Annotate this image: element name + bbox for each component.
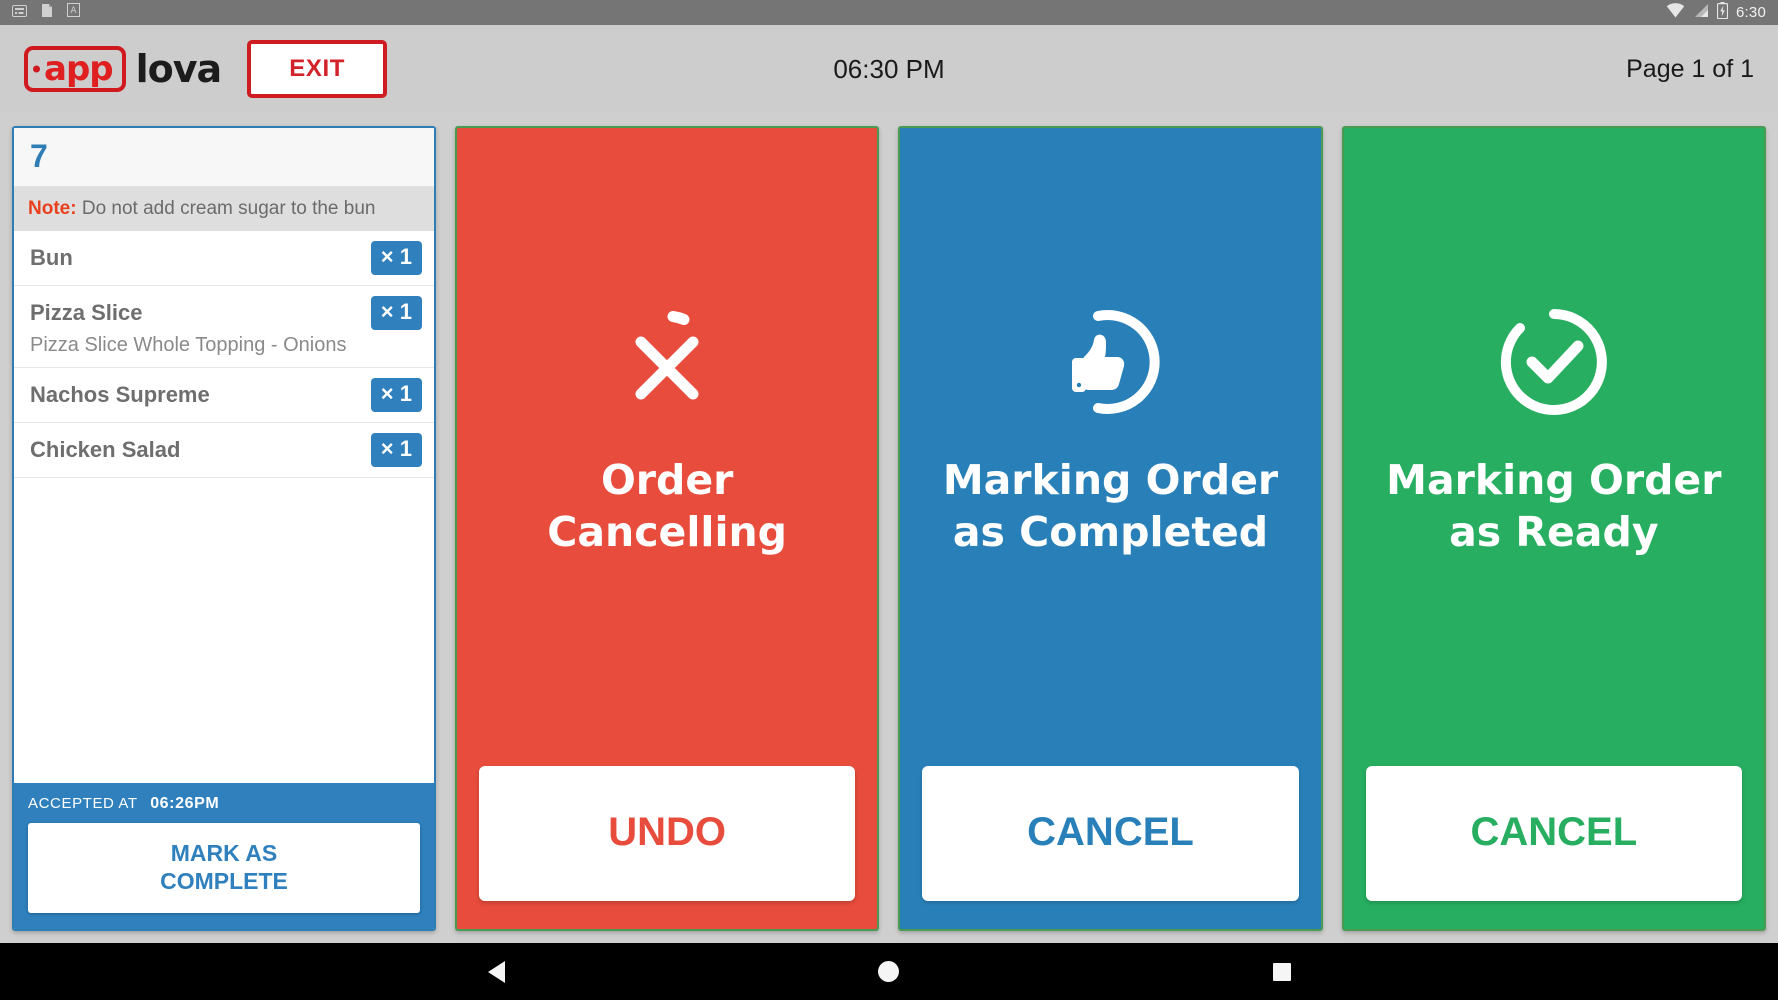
status-bar-notification-icons: A (12, 3, 80, 23)
order-item-name: Nachos Supreme (30, 382, 210, 407)
accepted-at-label: ACCEPTED AT (28, 795, 138, 812)
order-card-footer: ACCEPTED AT 06:26PM MARK AS COMPLETE (14, 783, 434, 929)
order-cancelling-panel: Order Cancelling UNDO (455, 126, 880, 931)
panel-title: Marking Order as Ready (1386, 454, 1721, 558)
mark-as-complete-button[interactable]: MARK AS COMPLETE (28, 823, 420, 913)
status-bar-system-icons: 6:30 (1666, 1, 1766, 24)
order-number-bar: 7 (14, 128, 434, 187)
order-note-label: Note: (28, 198, 77, 219)
order-card[interactable]: 7 Note: Do not add cream sugar to the bu… (12, 126, 436, 931)
order-item-name: Pizza Slice (30, 300, 143, 325)
thumbs-up-spinner-icon (1050, 302, 1170, 427)
font-icon: A (67, 3, 80, 22)
panel-title-line2: as Ready (1449, 508, 1659, 556)
logo-lova-text: lova (135, 47, 223, 91)
mark-as-complete-line1: MARK AS (170, 840, 278, 866)
panel-title-line1: Marking Order (1386, 456, 1722, 504)
home-button[interactable] (859, 952, 919, 992)
page-indicator: Page 1 of 1 (1626, 54, 1754, 83)
order-items-list: Bun × 1 Pizza Slice × 1 Pizza Slice Whol… (14, 231, 434, 783)
recents-button[interactable] (1252, 952, 1312, 992)
undo-button[interactable]: UNDO (479, 766, 856, 901)
order-item-qty: × 1 (370, 241, 422, 275)
panels-container: 7 Note: Do not add cream sugar to the bu… (0, 113, 1778, 943)
exit-button[interactable]: EXIT (247, 40, 388, 98)
order-item-qty: × 1 (370, 378, 422, 412)
panel-icon-wrap (1050, 304, 1170, 424)
cancel-completing-button[interactable]: CANCEL (922, 766, 1299, 901)
order-item-modifier: Pizza Slice Whole Topping - Onions (30, 334, 347, 356)
cellular-signal-icon (1693, 3, 1709, 23)
order-item-row: Chicken Salad × 1 (14, 423, 434, 478)
check-circle-spinner-icon (1494, 302, 1614, 427)
recents-icon (1272, 962, 1291, 981)
logo-app-text: app (44, 49, 114, 89)
panel-icon-wrap (607, 304, 727, 424)
order-note-text: Do not add cream sugar to the bun (81, 198, 376, 219)
svg-text:A: A (70, 6, 77, 16)
home-icon (878, 961, 900, 982)
close-x-spinner-icon (607, 302, 727, 427)
document-icon (41, 3, 53, 23)
order-number: 7 (30, 138, 48, 174)
android-status-bar: A 6:30 (0, 0, 1778, 25)
marking-order-completed-panel: Marking Order as Completed CANCEL (898, 126, 1323, 931)
order-item-qty: × 1 (370, 433, 422, 467)
wifi-icon (1666, 2, 1685, 23)
panel-title: Marking Order as Completed (943, 454, 1278, 558)
order-item-row: Pizza Slice × 1 Pizza Slice Whole Toppin… (14, 286, 434, 368)
status-bar-clock: 6:30 (1736, 4, 1766, 21)
order-item-name: Chicken Salad (30, 437, 181, 462)
app-header: app lova EXIT 06:30 PM Page 1 of 1 (0, 25, 1778, 113)
cancel-ready-button[interactable]: CANCEL (1365, 766, 1742, 901)
back-icon (487, 960, 505, 983)
marking-order-ready-panel: Marking Order as Ready CANCEL (1341, 126, 1766, 931)
order-card-body: 7 Note: Do not add cream sugar to the bu… (14, 128, 434, 783)
back-button[interactable] (466, 952, 526, 992)
mark-as-complete-line2: COMPLETE (160, 868, 288, 894)
order-item-row: Nachos Supreme × 1 (14, 368, 434, 423)
keyboard-icon (12, 4, 27, 22)
accepted-at: ACCEPTED AT 06:26PM (28, 795, 420, 813)
panel-icon-wrap (1494, 304, 1614, 424)
android-nav-bar (0, 943, 1778, 1000)
logo-badge: app (24, 46, 126, 92)
order-item-name: Bun (30, 245, 73, 270)
panel-title-line1: Marking Order (942, 456, 1279, 504)
order-item-qty: × 1 (370, 296, 422, 330)
applova-logo: app lova (24, 46, 223, 92)
accepted-at-time: 06:26PM (150, 795, 220, 812)
panel-title-line2: as Completed (952, 508, 1269, 556)
battery-charging-icon (1716, 1, 1729, 24)
order-item-row: Bun × 1 (14, 231, 434, 286)
panel-title-line1: Order Cancelling (547, 456, 788, 556)
panel-title: Order Cancelling (479, 454, 855, 558)
order-note: Note: Do not add cream sugar to the bun (14, 187, 434, 231)
